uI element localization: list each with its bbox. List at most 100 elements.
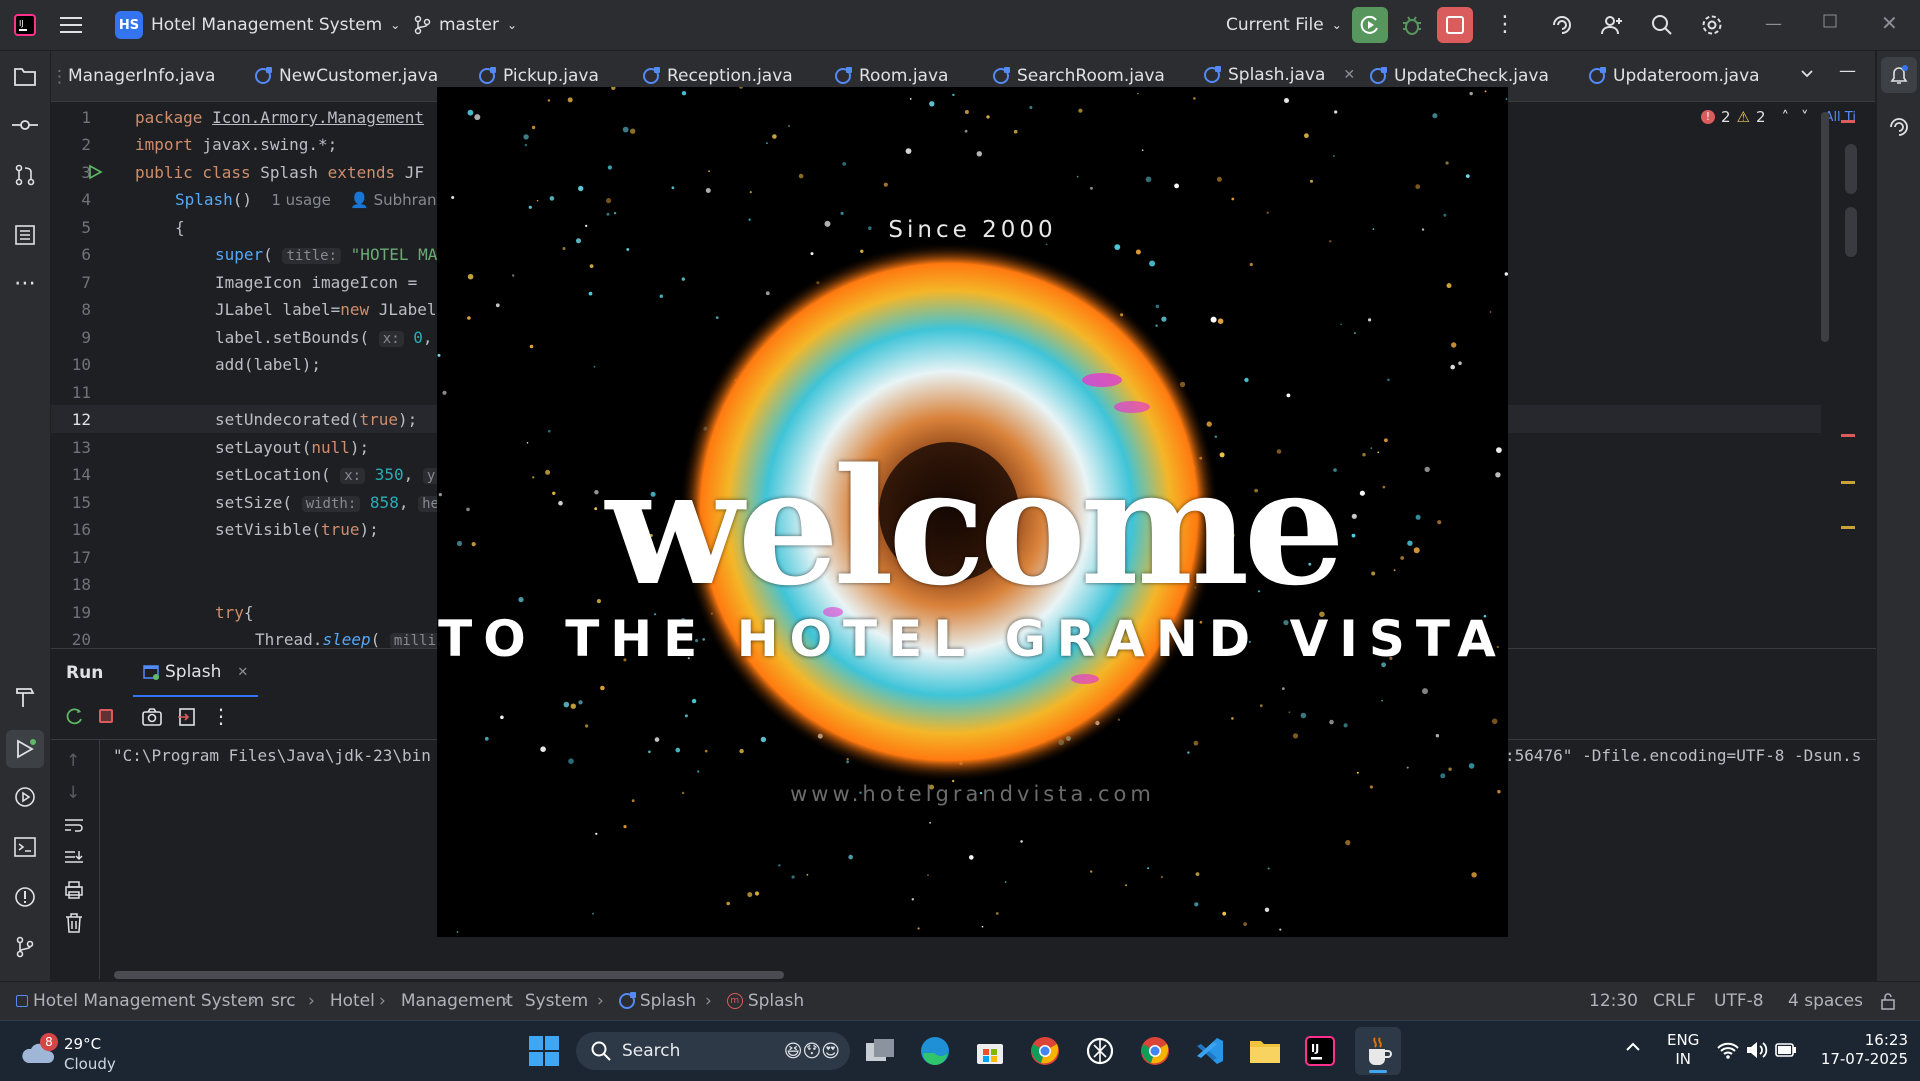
minimap-thumb[interactable] bbox=[1845, 207, 1857, 257]
console-output-left[interactable]: "C:\Program Files\Java\jdk-23\bin bbox=[113, 746, 431, 765]
volume-icon[interactable] bbox=[1746, 1041, 1768, 1059]
minimize-editor-icon[interactable]: — bbox=[1839, 61, 1856, 81]
tab-newcustomer[interactable]: NewCustomer.java bbox=[255, 51, 438, 101]
exit-icon[interactable] bbox=[177, 707, 197, 727]
breadcrumb-project[interactable]: Hotel Management System bbox=[16, 982, 264, 1020]
taskbar-search-box[interactable]: Search 😆😯😍 bbox=[576, 1032, 850, 1070]
tab-list-chevron-down-icon[interactable] bbox=[1799, 65, 1815, 81]
maximize-icon[interactable] bbox=[1823, 14, 1837, 28]
run-tool-button[interactable] bbox=[6, 730, 44, 768]
ai-assistant-icon[interactable] bbox=[1550, 13, 1574, 37]
file-explorer-icon[interactable] bbox=[1247, 1033, 1283, 1069]
file-encoding[interactable]: UTF-8 bbox=[1714, 982, 1764, 1020]
more-actions-icon[interactable]: ⋮ bbox=[1494, 12, 1516, 37]
chrome-icon[interactable] bbox=[1027, 1033, 1063, 1069]
windows-start-icon[interactable] bbox=[526, 1033, 562, 1069]
git-icon[interactable] bbox=[11, 933, 39, 961]
breadcrumb-management[interactable]: › Management bbox=[379, 982, 513, 1020]
console-output-right[interactable]: :56476" -Dfile.encoding=UTF-8 -Dsun.s bbox=[1505, 746, 1861, 765]
intellij-icon[interactable]: IJ bbox=[1302, 1033, 1338, 1069]
ai-chat-icon[interactable] bbox=[1887, 115, 1911, 139]
edge-browser-icon[interactable] bbox=[917, 1033, 953, 1069]
warning-marker[interactable] bbox=[1841, 526, 1855, 529]
wifi-icon[interactable] bbox=[1717, 1041, 1739, 1059]
breadcrumb-system[interactable]: › System bbox=[503, 982, 588, 1020]
code-line-19: try{ bbox=[215, 603, 254, 622]
main-menu-icon[interactable] bbox=[60, 0, 82, 50]
build-hammer-icon[interactable] bbox=[11, 683, 39, 711]
services-icon[interactable] bbox=[11, 783, 39, 811]
notifications-button[interactable] bbox=[1881, 57, 1917, 93]
commit-icon[interactable] bbox=[11, 111, 39, 139]
param-hint: width: bbox=[301, 496, 361, 512]
rerun-icon[interactable] bbox=[64, 707, 84, 727]
pull-requests-icon[interactable] bbox=[11, 161, 39, 189]
stop-button[interactable] bbox=[1437, 7, 1473, 43]
vscode-icon[interactable] bbox=[1192, 1033, 1228, 1069]
rerun-button[interactable] bbox=[1352, 7, 1388, 43]
camera-icon[interactable] bbox=[141, 707, 163, 727]
chevron-up-icon[interactable]: ˄ bbox=[1782, 108, 1790, 126]
branch-selector[interactable]: master ⌄ bbox=[413, 0, 517, 50]
microsoft-store-icon[interactable] bbox=[972, 1033, 1008, 1069]
inspections-widget[interactable]: ! 2 ⚠ 2 ˄ ˅ All Ti bbox=[1701, 108, 1856, 126]
run-config-selector[interactable]: Current File ⌄ bbox=[1226, 0, 1342, 50]
more-tools-icon[interactable]: ⋯ bbox=[11, 269, 39, 297]
print-icon[interactable] bbox=[64, 881, 84, 899]
close-icon[interactable]: ✕ bbox=[1881, 11, 1898, 35]
java-app-button[interactable] bbox=[1355, 1027, 1401, 1075]
soft-wrap-icon[interactable] bbox=[64, 817, 84, 833]
arrow-down-icon[interactable]: ↓ bbox=[66, 783, 80, 803]
project-folder-icon[interactable] bbox=[11, 62, 39, 90]
settings-gear-icon[interactable] bbox=[1700, 13, 1724, 37]
project-selector[interactable]: HS Hotel Management System ⌄ bbox=[115, 0, 400, 50]
breadcrumb-method[interactable]: › m Splash bbox=[705, 982, 804, 1020]
breadcrumb-src[interactable]: › src bbox=[249, 982, 296, 1020]
tabs-scroll-left[interactable]: ⋮ bbox=[51, 67, 68, 87]
chevron-down-icon[interactable]: ˅ bbox=[1801, 108, 1809, 126]
terminal-icon[interactable] bbox=[11, 833, 39, 861]
minimize-icon[interactable]: — bbox=[1765, 14, 1782, 34]
code-line-8: JLabel label=new JLabel bbox=[215, 300, 437, 319]
trash-icon[interactable] bbox=[65, 913, 83, 933]
java-class-icon bbox=[643, 67, 660, 84]
run-gutter-icon[interactable] bbox=[87, 164, 103, 180]
lock-icon[interactable] bbox=[1880, 992, 1896, 1010]
breadcrumb-class[interactable]: › Splash bbox=[597, 982, 696, 1020]
battery-icon[interactable] bbox=[1775, 1042, 1797, 1058]
scroll-to-end-icon[interactable] bbox=[64, 849, 84, 867]
close-tab-icon[interactable]: ✕ bbox=[1343, 67, 1355, 83]
line-separator[interactable]: CRLF bbox=[1653, 982, 1696, 1020]
task-view-icon[interactable] bbox=[862, 1033, 898, 1069]
indent-setting[interactable]: 4 spaces bbox=[1788, 982, 1863, 1020]
chrome-profile-icon[interactable] bbox=[1137, 1033, 1173, 1069]
windows-taskbar: 8 29°C Cloudy Search 😆😯😍 IJ ENG IN 16:23 1… bbox=[0, 1020, 1920, 1081]
error-marker[interactable] bbox=[1841, 120, 1855, 123]
search-icon[interactable] bbox=[1650, 13, 1674, 37]
warning-marker[interactable] bbox=[1841, 481, 1855, 484]
java-class-icon bbox=[993, 67, 1010, 84]
breadcrumb-hotel[interactable]: › Hotel bbox=[308, 982, 375, 1020]
clock[interactable]: 16:23 17-07-2025 bbox=[1808, 1031, 1908, 1069]
debug-icon[interactable] bbox=[1400, 13, 1424, 37]
ide-logo-icon[interactable]: IJ bbox=[14, 0, 36, 50]
structure-icon[interactable] bbox=[11, 221, 39, 249]
problems-icon[interactable] bbox=[11, 883, 39, 911]
editor-scrollbar[interactable] bbox=[1821, 112, 1829, 342]
chatgpt-icon[interactable] bbox=[1082, 1033, 1118, 1069]
show-hidden-icons-chevron-up-icon[interactable] bbox=[1625, 1039, 1641, 1053]
console-horizontal-scrollbar[interactable] bbox=[114, 971, 784, 979]
more-options-icon[interactable]: ⋮ bbox=[211, 704, 231, 728]
stop-icon[interactable] bbox=[99, 709, 113, 723]
add-user-icon[interactable] bbox=[1600, 13, 1624, 37]
close-tab-icon[interactable]: ✕ bbox=[237, 665, 248, 680]
minimap-thumb[interactable] bbox=[1845, 144, 1857, 194]
tab-updateroom[interactable]: Updateroom.java bbox=[1589, 51, 1760, 101]
weather-widget[interactable]: 8 29°C Cloudy bbox=[20, 1033, 160, 1073]
tab-managerinfo[interactable]: ManagerInfo.java bbox=[68, 51, 215, 101]
run-tab-splash[interactable]: Splash ✕ bbox=[133, 649, 259, 697]
arrow-up-icon[interactable]: ↑ bbox=[66, 751, 80, 771]
caret-position[interactable]: 12:30 bbox=[1589, 982, 1638, 1020]
language-indicator[interactable]: ENG IN bbox=[1667, 1031, 1699, 1069]
error-marker[interactable] bbox=[1841, 434, 1855, 437]
